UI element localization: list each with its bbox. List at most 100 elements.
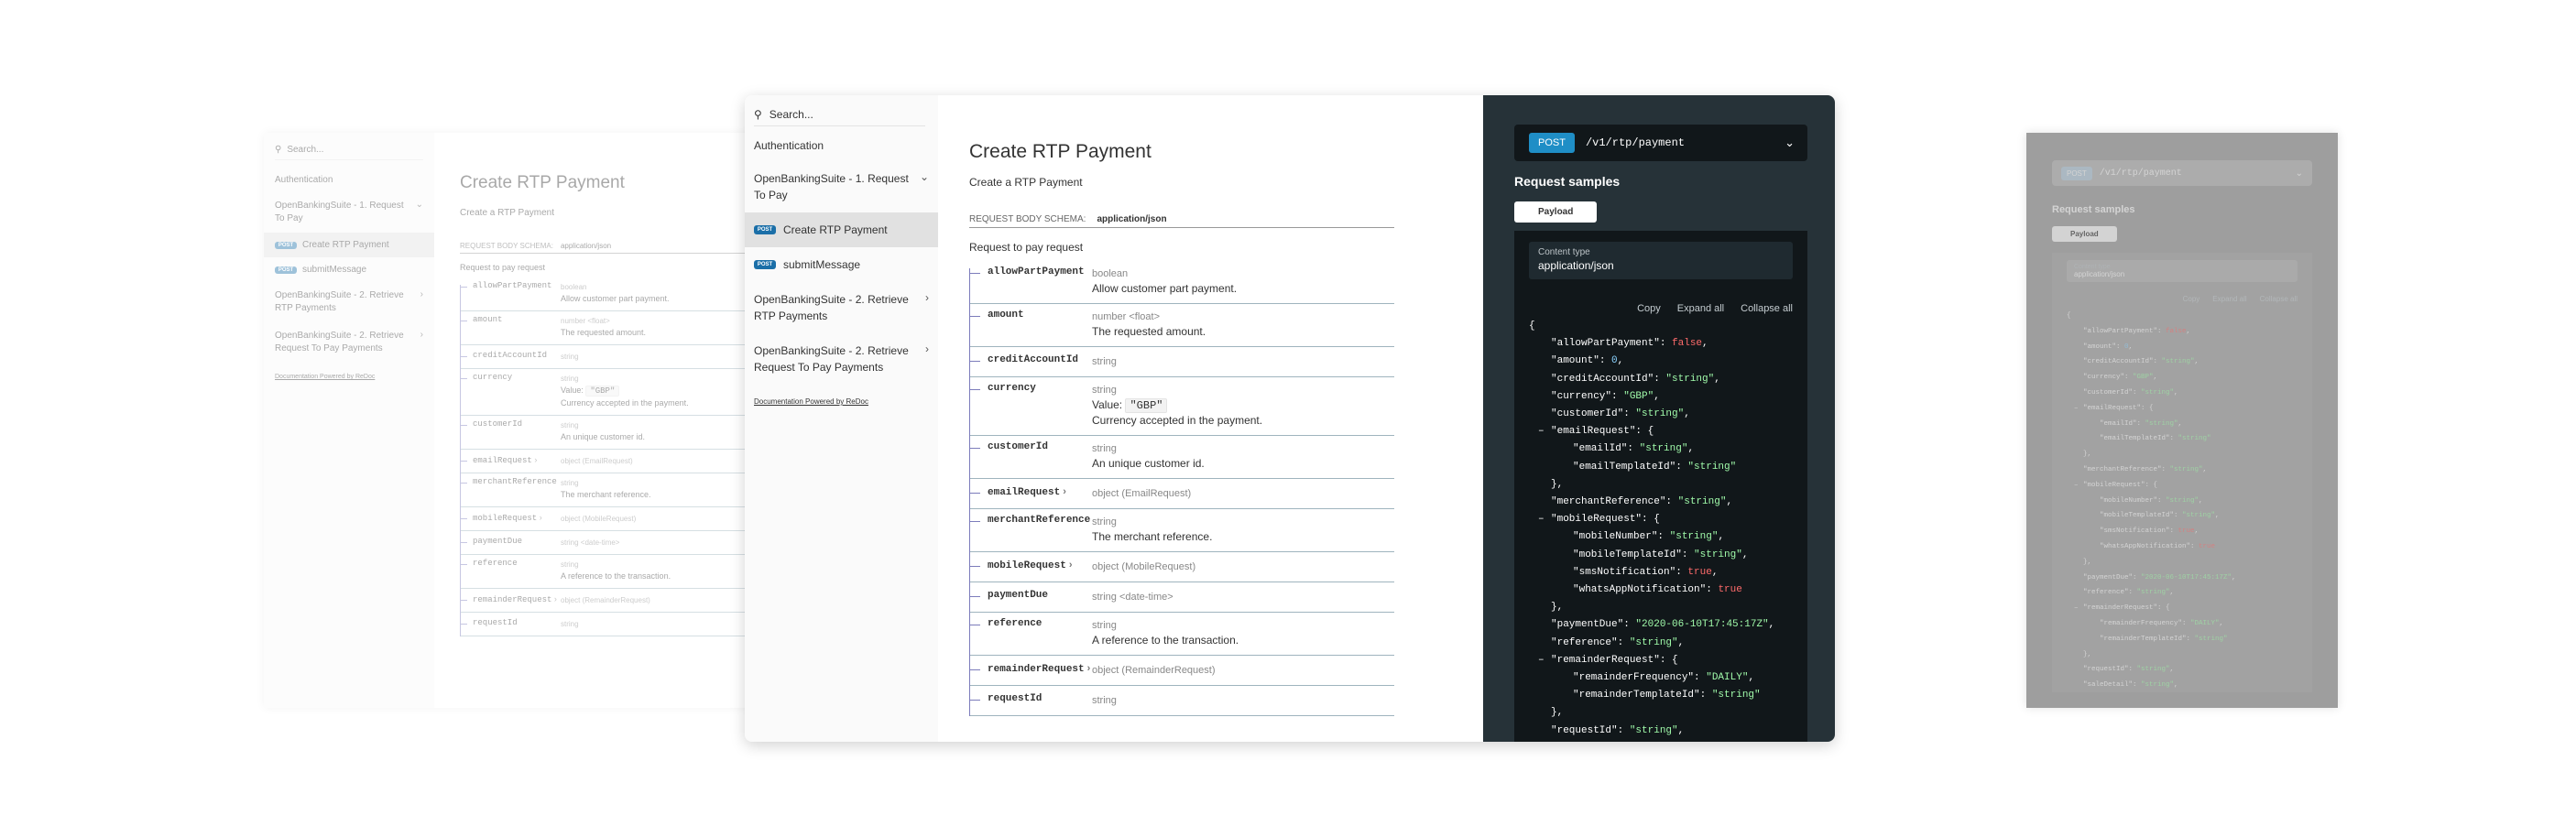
property-details: boolean Allow customer part payment. bbox=[1092, 266, 1237, 296]
json-sample: {"allowPartPayment": false, "amount": 0, "… bbox=[1529, 318, 1793, 742]
property-details: string An unique customer id. bbox=[561, 419, 645, 443]
property-description: Currency accepted in the payment. bbox=[561, 398, 689, 408]
sidebar-item-create-rtp[interactable]: POST Create RTP Payment bbox=[745, 212, 938, 247]
endpoint-bar[interactable]: POST /v1/rtp/payment ⌄ bbox=[1514, 125, 1807, 161]
property-type: string bbox=[561, 620, 579, 628]
powered-by-link[interactable]: Documentation Powered by ReDoc bbox=[264, 363, 434, 391]
collapse-toggle-icon[interactable]: – bbox=[1538, 511, 1550, 528]
property-row[interactable]: emailRequest › object (EmailRequest) bbox=[969, 479, 1394, 509]
tree-branch bbox=[460, 600, 467, 601]
request-samples-title: Request samples bbox=[2052, 204, 2135, 215]
json-line: "paymentDue": "2020-06-10T17:45:17Z", bbox=[1551, 619, 1775, 631]
json-line: }, bbox=[2083, 558, 2092, 566]
sidebar-group-request-to-pay[interactable]: OpenBankingSuite - 1. Request To Pay ⌄ bbox=[745, 161, 938, 212]
request-body-schema: REQUEST BODY SCHEMA: application/json bbox=[969, 214, 1394, 228]
tree-line bbox=[460, 285, 461, 636]
collapse-toggle-icon[interactable]: – bbox=[2074, 601, 2082, 616]
property-row: reference string A reference to the transa… bbox=[969, 613, 1394, 656]
search-icon: ⚲ bbox=[754, 107, 762, 121]
left-search[interactable]: ⚲ Search... bbox=[275, 140, 423, 160]
property-row[interactable]: mobileRequest › object (MobileRequest) bbox=[460, 507, 770, 531]
property-details: string <date-time> bbox=[561, 537, 619, 549]
search-input[interactable]: Search... bbox=[287, 145, 323, 155]
json-line: "whatsAppNotification": true bbox=[1573, 584, 1742, 596]
endpoint-bar[interactable]: POST /v1/rtp/payment ⌄ bbox=[2052, 160, 2312, 186]
property-details: string The merchant reference. bbox=[1092, 515, 1212, 544]
code-area: Content type application/json Copy Expan… bbox=[2052, 253, 2312, 692]
sidebar-item-authentication[interactable]: Authentication bbox=[264, 168, 434, 192]
property-row[interactable]: mobileRequest › object (MobileRequest) bbox=[969, 552, 1394, 582]
property-type: string bbox=[1092, 695, 1117, 706]
property-name: requestId bbox=[969, 693, 1092, 708]
tab-payload[interactable]: Payload bbox=[2052, 226, 2117, 242]
sidebar-item-create-rtp[interactable]: POST Create RTP Payment bbox=[264, 233, 434, 257]
property-row[interactable]: remainderRequest › object (RemainderReque… bbox=[969, 656, 1394, 686]
tab-payload[interactable]: Payload bbox=[1514, 201, 1598, 223]
property-details: string A reference to the transaction. bbox=[561, 559, 671, 582]
sidebar-item-submit-message[interactable]: POST submitMessage bbox=[264, 257, 434, 282]
collapse-toggle-icon[interactable]: – bbox=[2074, 478, 2082, 494]
property-type: string bbox=[561, 353, 579, 361]
tree-branch bbox=[460, 624, 467, 625]
property-description: Currency accepted in the payment. bbox=[1092, 414, 1263, 427]
sidebar-group-retrieve-rtp[interactable]: OpenBankingSuite - 2. Retrieve RTP Payme… bbox=[264, 282, 434, 322]
sidebar-group-retrieve-request-to-pay[interactable]: OpenBankingSuite - 2. Retrieve Request T… bbox=[264, 322, 434, 363]
code-area: Content type application/json Copy Expan… bbox=[1514, 231, 1807, 742]
copy-button[interactable]: Copy bbox=[1637, 303, 1661, 314]
property-value: Value: "GBP" bbox=[561, 385, 689, 397]
json-line: { bbox=[2067, 312, 2071, 320]
json-line: "emailId": "string", bbox=[1573, 443, 1695, 455]
left-main: Create RTP Payment Create a RTP Payment … bbox=[434, 133, 795, 708]
property-row[interactable]: emailRequest › object (EmailRequest) bbox=[460, 450, 770, 473]
sidebar-group-retrieve-rtp[interactable]: OpenBankingSuite - 2. Retrieve RTP Payme… bbox=[745, 282, 938, 333]
property-row: merchantReference string The merchant refe… bbox=[460, 473, 770, 507]
json-line: "emailTemplateId": "string" bbox=[1573, 461, 1737, 473]
copy-button[interactable]: Copy bbox=[2183, 295, 2200, 303]
property-row: paymentDue string <date-time> bbox=[969, 582, 1394, 613]
property-details: boolean Allow customer part payment. bbox=[561, 281, 670, 305]
expand-all-button[interactable]: Expand all bbox=[2212, 295, 2246, 303]
json-line: "merchantReference": "string", bbox=[2083, 465, 2208, 473]
property-row[interactable]: remainderRequest › object (RemainderReque… bbox=[460, 589, 770, 613]
property-description: Allow customer part payment. bbox=[561, 294, 670, 303]
json-line: "allowPartPayment": false, bbox=[2083, 327, 2191, 335]
property-name: currency bbox=[460, 373, 561, 409]
collapse-toggle-icon[interactable]: – bbox=[1538, 652, 1550, 669]
sidebar-group-request-to-pay[interactable]: OpenBankingSuite - 1. Request To Pay ⌄ bbox=[264, 192, 434, 233]
collapse-toggle-icon[interactable]: – bbox=[1538, 423, 1550, 440]
json-line: "whatsAppNotification": true bbox=[2100, 542, 2216, 550]
powered-by-link[interactable]: Documentation Powered by ReDoc bbox=[745, 385, 938, 418]
search-bar[interactable]: ⚲ Search... bbox=[754, 103, 925, 126]
collapse-all-button[interactable]: Collapse all bbox=[1741, 303, 1793, 314]
method-badge: POST bbox=[1529, 133, 1575, 153]
property-details: string Value: "GBP" Currency accepted in t… bbox=[561, 373, 689, 409]
json-line: "paymentDue": "2020-06-10T17:45:17Z", bbox=[2083, 573, 2236, 582]
search-input[interactable]: Search... bbox=[770, 108, 813, 121]
sidebar-item-authentication[interactable]: Authentication bbox=[745, 126, 938, 161]
property-row: merchantReference string The merchant refe… bbox=[969, 509, 1394, 552]
json-line: "smsNotification": true, bbox=[1573, 566, 1719, 578]
property-name: emailRequest › bbox=[460, 455, 561, 467]
endpoint-path: /v1/rtp/payment bbox=[1585, 136, 1685, 149]
expand-all-button[interactable]: Expand all bbox=[1677, 303, 1724, 314]
collapse-all-button[interactable]: Collapse all bbox=[2260, 295, 2298, 303]
tree-branch bbox=[460, 483, 467, 484]
sidebar-group-retrieve-request-to-pay[interactable]: OpenBankingSuite - 2. Retrieve Request T… bbox=[745, 333, 938, 385]
tree-branch bbox=[460, 542, 467, 543]
collapse-toggle-icon[interactable]: – bbox=[2074, 401, 2082, 417]
property-details: string bbox=[1092, 693, 1117, 708]
property-details: string Value: "GBP" Currency accepted in t… bbox=[1092, 383, 1262, 428]
code-actions: Copy Expand all Collapse all bbox=[1529, 303, 1793, 314]
sidebar-item-submit-message[interactable]: POST submitMessage bbox=[745, 247, 938, 282]
property-name: customerId bbox=[460, 419, 561, 443]
json-line: "customerId": "string", bbox=[1551, 408, 1690, 420]
method-badge: POST bbox=[2061, 166, 2092, 180]
chevron-right-icon: › bbox=[1084, 663, 1091, 674]
json-line: "saleDetail": "string", bbox=[1529, 740, 1793, 742]
property-type: object (EmailRequest) bbox=[561, 457, 633, 465]
post-badge: POST bbox=[754, 260, 776, 269]
property-type: string <date-time> bbox=[1092, 592, 1173, 603]
chevron-right-icon: › bbox=[531, 455, 538, 464]
post-badge: POST bbox=[275, 241, 297, 249]
main-content: Create RTP Payment Create a RTP Payment … bbox=[938, 95, 1425, 742]
